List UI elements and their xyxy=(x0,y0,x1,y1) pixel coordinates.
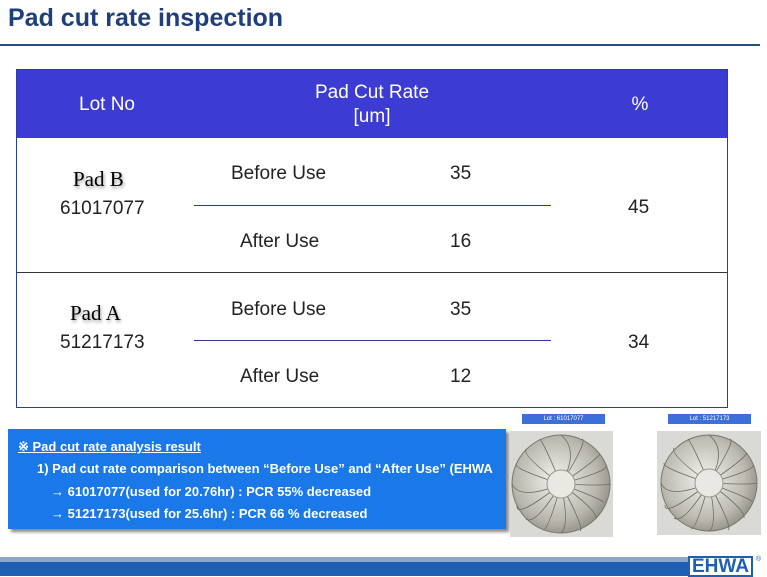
header-unit: [um] xyxy=(353,106,391,127)
analysis-result-box: ※ Pad cut rate analysis result 1) Pad cu… xyxy=(8,429,506,529)
table-header: Lot No Pad Cut Rate [um] % xyxy=(17,70,727,138)
result-line-pad-a: → 51217173(used for 25.6hr) : PCR 66 % d… xyxy=(51,506,368,521)
after-use-value: 16 xyxy=(450,231,472,252)
after-use-value: 12 xyxy=(450,366,472,387)
row-divider xyxy=(194,340,551,341)
title-underline xyxy=(0,44,760,46)
result-line-pad-b: → 61017077(used for 20.76hr) : PCR 55% d… xyxy=(51,484,372,499)
pad-name: Pad A xyxy=(70,301,121,325)
row-divider xyxy=(194,205,551,206)
header-pad-cut-rate: Pad Cut Rate xyxy=(314,82,430,103)
before-use-label: Before Use xyxy=(231,163,327,184)
pad-cut-rate-table: Lot No Pad Cut Rate [um] % Pad B 6101707… xyxy=(16,69,728,408)
pad-name: Pad B xyxy=(73,167,124,191)
before-use-value: 35 xyxy=(450,163,472,184)
row-separator xyxy=(17,272,727,273)
page-title: Pad cut rate inspection xyxy=(8,4,284,32)
percent-value: 34 xyxy=(628,332,650,353)
before-use-label: Before Use xyxy=(231,299,327,320)
pad-disc-icon xyxy=(660,434,758,532)
photo-lot-tag: Lot : 61017077 xyxy=(522,414,605,424)
photo-lot-tag: Lot : 51217173 xyxy=(668,414,751,424)
lot-number: 61017077 xyxy=(60,198,145,219)
result-line-comparison: 1) Pad cut rate comparison between “Befo… xyxy=(37,461,493,476)
pad-disc-icon xyxy=(511,434,611,534)
header-percent: % xyxy=(631,94,649,115)
result-heading: ※ Pad cut rate analysis result xyxy=(18,439,201,454)
lot-number: 51217173 xyxy=(60,332,145,353)
pad-photo xyxy=(510,431,613,537)
footer-bar xyxy=(0,562,690,576)
after-use-label: After Use xyxy=(240,366,320,387)
registered-mark: ® xyxy=(756,556,762,563)
after-use-label: After Use xyxy=(240,231,320,252)
pad-photo xyxy=(657,431,761,535)
percent-value: 45 xyxy=(628,197,650,218)
before-use-value: 35 xyxy=(450,299,472,320)
header-lot-no: Lot No xyxy=(79,94,135,115)
ehwa-logo: EHWA xyxy=(688,556,753,577)
